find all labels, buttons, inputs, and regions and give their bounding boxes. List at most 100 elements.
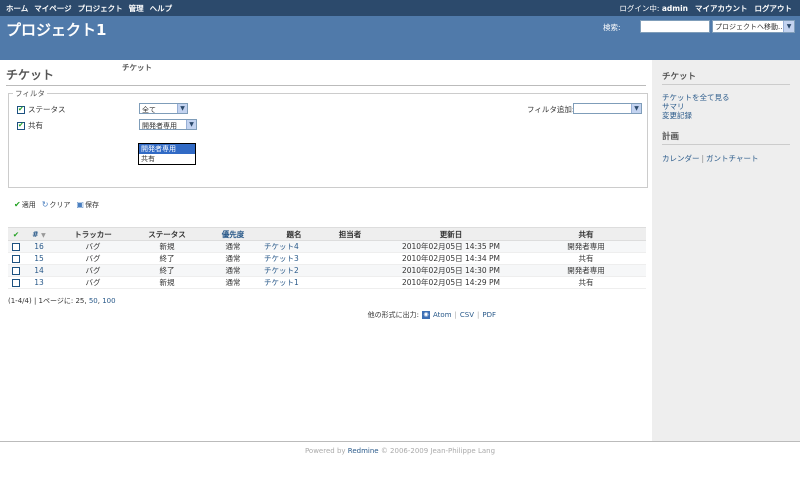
filter-status-select[interactable]: 全て ▼ [139, 103, 188, 114]
login-user[interactable]: admin [662, 4, 688, 13]
account-menu: ログイン中: admin マイアカウント ログアウト [619, 3, 792, 14]
csv-link[interactable]: CSV [460, 311, 474, 319]
issue-priority: 通常 [202, 276, 264, 289]
sidebar-issues-title: チケット [662, 70, 790, 85]
sidebar-item-view-all-issues[interactable]: チケットを全て見る [662, 93, 790, 102]
filters-legend[interactable]: フィルタ [13, 88, 47, 99]
filter-share-checkbox[interactable] [17, 121, 25, 130]
column-assignee[interactable]: 担当者 [324, 227, 376, 241]
row-checkbox[interactable] [8, 264, 24, 277]
pagination-separator: | [31, 297, 39, 305]
my-account-link[interactable]: マイアカウント [695, 3, 748, 14]
chevron-down-icon[interactable]: ▼ [177, 104, 187, 113]
filter-status-label: ステータス [28, 105, 66, 114]
top-menu-help[interactable]: ヘルプ [150, 3, 173, 14]
page-title: チケット [6, 66, 646, 86]
login-status: ログイン中: admin [619, 3, 688, 14]
sidebar-item-calendar[interactable]: カレンダー [662, 154, 700, 163]
issue-subject[interactable]: チケット3 [264, 252, 324, 265]
redmine-link[interactable]: Redmine [348, 447, 379, 455]
add-filter-label: フィルタ追加: [527, 105, 575, 114]
project-jump-select[interactable]: プロジェクトへ移動... ▼ [712, 20, 795, 33]
issue-subject[interactable]: チケット1 [264, 276, 324, 289]
issue-id[interactable]: 15 [24, 252, 54, 265]
sidebar-item-summary[interactable]: サマリ [662, 102, 790, 111]
search-label: 検索: [603, 23, 621, 32]
issue-id[interactable]: 14 [24, 264, 54, 277]
table-row: 15 バグ 終了 通常 チケット3 2010年02月05日 14:34 PM 共… [8, 252, 646, 265]
toggle-all-checkbox[interactable]: ✔ [8, 227, 24, 241]
issue-updated: 2010年02月05日 14:29 PM [376, 276, 526, 289]
issue-share: 開発者専用 [526, 264, 646, 277]
save-button[interactable]: ▣保存 [76, 200, 99, 210]
column-updated[interactable]: 更新日 [376, 227, 526, 241]
chevron-down-icon[interactable]: ▼ [783, 21, 794, 32]
table-row: 13 バグ 新規 通常 チケット1 2010年02月05日 14:29 PM 共… [8, 276, 646, 289]
issue-share: 開発者専用 [526, 240, 646, 253]
filter-status-checkbox[interactable] [17, 105, 25, 114]
check-icon: ✔ [12, 229, 20, 239]
column-priority[interactable]: 優先度 [202, 227, 264, 241]
per-page-100[interactable]: 100 [102, 297, 115, 305]
table-row: 14 バグ 終了 通常 チケット2 2010年02月05日 14:30 PM 開… [8, 264, 646, 277]
column-id[interactable]: # ▼ [24, 227, 54, 241]
rss-feed-icon: ◉ [422, 311, 430, 319]
share-option-shared[interactable]: 共有 [139, 154, 195, 164]
sidebar-planning-links: カレンダー | ガントチャート [662, 153, 790, 164]
top-menu-admin[interactable]: 管理 [129, 3, 144, 14]
issue-tracker: バグ [54, 252, 132, 265]
table-header-row: ✔ # ▼ トラッカー ステータス 優先度 題名 担当者 更新日 共有 [8, 227, 646, 241]
add-filter-select[interactable]: ▼ [573, 103, 642, 114]
issue-share: 共有 [526, 276, 646, 289]
per-page-25: 25 [75, 297, 85, 305]
row-checkbox-box[interactable] [12, 279, 20, 287]
column-share[interactable]: 共有 [526, 227, 646, 241]
column-id-label: # [32, 229, 39, 239]
sidebar-item-gantt[interactable]: ガントチャート [706, 154, 758, 163]
pagination: (1-4/4) | 1ページに: 25, 50, 100 [8, 297, 116, 305]
filter-share-select[interactable]: 開発者専用 ▼ [139, 119, 197, 130]
column-tracker[interactable]: トラッカー [54, 227, 132, 241]
issue-subject[interactable]: チケット2 [264, 264, 324, 277]
per-page-50[interactable]: 50 [89, 297, 98, 305]
issue-updated: 2010年02月05日 14:34 PM [376, 252, 526, 265]
chevron-down-icon[interactable]: ▼ [186, 120, 196, 129]
row-checkbox[interactable] [8, 240, 24, 253]
filter-share-value: 開発者専用 [142, 122, 177, 130]
filter-share-row: 共有 [17, 120, 43, 131]
logout-link[interactable]: ログアウト [755, 3, 793, 14]
footer-powered: Powered by [304, 447, 346, 455]
save-label: 保存 [84, 201, 99, 209]
chevron-down-icon[interactable]: ▼ [631, 104, 641, 113]
top-menu-projects[interactable]: プロジェクト [78, 3, 123, 14]
top-menu-my-page[interactable]: マイページ [34, 3, 71, 14]
issue-priority: 通常 [202, 252, 264, 265]
share-option-developers[interactable]: 開発者専用 [139, 144, 195, 154]
row-checkbox[interactable] [8, 252, 24, 265]
clear-button[interactable]: ↻クリア [42, 200, 71, 210]
filter-buttons: ✔適用 ↻クリア ▣保存 [14, 200, 99, 210]
issue-id[interactable]: 16 [24, 240, 54, 253]
issue-status: 終了 [132, 264, 202, 277]
other-formats: 他の形式に出力: ◉ Atom | CSV | PDF [368, 310, 496, 320]
search-input[interactable] [640, 20, 710, 33]
issue-updated: 2010年02月05日 14:35 PM [376, 240, 526, 253]
row-checkbox-box[interactable] [12, 255, 20, 263]
column-subject[interactable]: 題名 [264, 227, 324, 241]
issue-status: 新規 [132, 276, 202, 289]
issue-tracker: バグ [54, 276, 132, 289]
issue-assignee [324, 240, 376, 253]
sidebar-planning-title: 計画 [662, 130, 790, 145]
sidebar-item-changelog[interactable]: 変更記録 [662, 111, 790, 120]
pdf-link[interactable]: PDF [482, 311, 496, 319]
column-status[interactable]: ステータス [132, 227, 202, 241]
atom-link[interactable]: Atom [433, 311, 452, 319]
row-checkbox-box[interactable] [12, 267, 20, 275]
sidebar: チケット チケットを全て見る サマリ 変更記録 計画 カレンダー | ガントチャート [652, 60, 800, 441]
issue-id[interactable]: 13 [24, 276, 54, 289]
apply-button[interactable]: ✔適用 [14, 200, 36, 210]
issue-subject[interactable]: チケット4 [264, 240, 324, 253]
row-checkbox[interactable] [8, 276, 24, 289]
top-menu-home[interactable]: ホーム [6, 3, 28, 14]
row-checkbox-box[interactable] [12, 243, 20, 251]
